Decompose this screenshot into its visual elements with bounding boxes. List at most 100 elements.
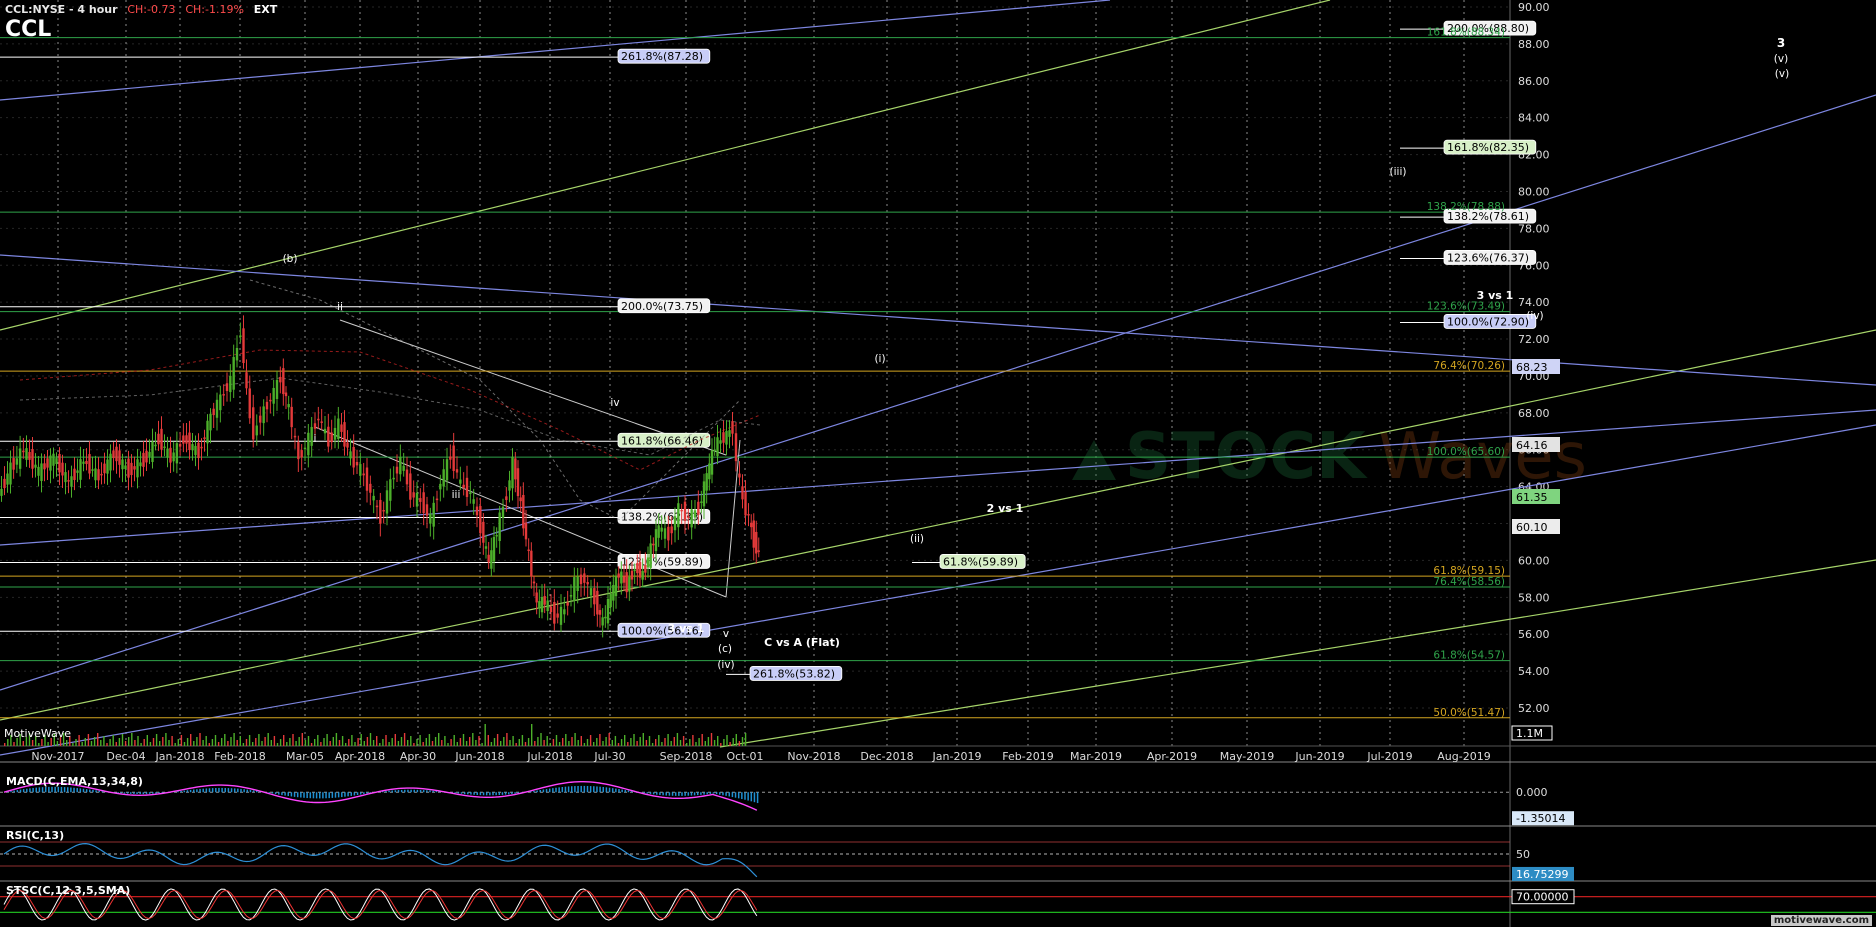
macd-bar	[454, 792, 456, 794]
volume-bar	[692, 735, 694, 746]
fib-green-label: 100.0%(65.60)	[1427, 446, 1505, 458]
candle-body	[200, 446, 203, 449]
volume-bar	[667, 734, 669, 746]
macd-bar	[706, 792, 708, 795]
volume-bar	[363, 741, 365, 746]
candle-body	[100, 473, 103, 476]
volume-bar	[128, 737, 130, 746]
candle-body	[269, 399, 272, 402]
macd-bar	[611, 788, 614, 793]
candle-body	[459, 479, 462, 484]
candle-body	[697, 501, 700, 515]
macd-bar	[750, 792, 753, 802]
volume-bar	[664, 738, 666, 746]
candle-body	[700, 501, 703, 503]
chart-canvas[interactable]: 90.0088.0086.0084.0082.0080.0078.0076.00…	[0, 0, 1876, 927]
x-tick-labels: Nov-2017 Dec-04 Jan-2018 Feb-2018 Mar-05 Apr-…	[31, 750, 1490, 763]
candle-body	[130, 462, 133, 476]
x-tick-label: Nov-2018	[787, 750, 840, 763]
volume-bar	[608, 733, 610, 746]
macd-bar	[722, 792, 724, 796]
candle-body	[604, 616, 607, 619]
volume-bar	[478, 736, 480, 746]
volume-bar	[577, 740, 579, 746]
volume-bar	[360, 734, 362, 746]
volume-bar	[72, 743, 74, 746]
macd-bar	[649, 792, 652, 794]
macd-bar	[10, 791, 12, 793]
volume-bar	[614, 736, 617, 746]
candle-body	[540, 596, 544, 613]
volume-bar	[416, 739, 418, 746]
candle-body	[755, 531, 758, 554]
macd-bar	[215, 788, 217, 793]
volume-bar	[242, 743, 245, 746]
macd-bar	[747, 792, 749, 801]
volume-bar	[658, 735, 660, 746]
candle-body	[115, 446, 118, 462]
candle-body	[612, 584, 615, 601]
volume-bar	[149, 742, 152, 746]
candle-body	[103, 463, 106, 474]
candle-body	[97, 469, 100, 481]
volume-bar	[661, 742, 663, 746]
macd-bar	[211, 788, 214, 793]
candle-body	[15, 458, 19, 465]
candle-body	[73, 468, 76, 480]
volume-bar	[171, 736, 173, 746]
volume-bar	[410, 736, 412, 746]
volume-bar	[84, 738, 86, 746]
macd-bar	[693, 792, 696, 796]
candle-body	[188, 432, 191, 450]
volume-bar	[503, 737, 505, 746]
volume-bar	[741, 737, 744, 746]
candle-body	[343, 422, 346, 447]
stsc-y-label: 70.00000	[1516, 891, 1569, 904]
volume-bar	[558, 742, 561, 746]
macd-bar	[388, 790, 390, 793]
volume-bar	[459, 738, 462, 746]
volume-bar	[682, 736, 685, 746]
wave-label: (v)	[1775, 68, 1789, 80]
macd-bar	[218, 787, 220, 793]
macd-bar	[334, 792, 337, 798]
candle-body	[482, 521, 485, 543]
volume-bar	[465, 741, 468, 746]
y-tick-label: 60.00	[1518, 554, 1550, 567]
macd-bar	[271, 792, 274, 794]
volume-bar	[332, 737, 334, 746]
candle-body	[519, 497, 522, 502]
candle-body	[690, 509, 693, 528]
macd-bar	[76, 788, 78, 793]
candle-body	[445, 459, 449, 481]
macd-bar	[659, 792, 661, 796]
macd-bar	[186, 790, 189, 793]
candle-body	[37, 466, 40, 476]
volume-bar	[493, 738, 496, 746]
candle-body	[313, 423, 317, 429]
volume-bar	[484, 724, 486, 746]
volume-bar	[261, 741, 263, 746]
macd-bar	[652, 792, 655, 795]
candle-body	[514, 458, 517, 480]
volume-bar	[109, 739, 111, 746]
volume-bar	[13, 742, 15, 746]
wave-label: (v)	[1774, 53, 1788, 65]
macd-bar	[233, 788, 236, 793]
macd-bar	[564, 786, 567, 793]
macd-bar	[350, 792, 352, 796]
macd-bar	[460, 792, 463, 794]
candle-body	[275, 379, 279, 399]
macd-bar	[180, 790, 182, 793]
macd-bar	[435, 791, 438, 793]
candle-body	[405, 469, 409, 485]
candle-body	[652, 543, 655, 546]
candle-body	[58, 454, 61, 473]
channel-line	[0, 94, 1876, 691]
candle-body	[744, 491, 747, 516]
volume-bar	[7, 739, 9, 746]
volume-bar	[388, 742, 390, 746]
volume-bar	[605, 737, 607, 746]
volume-bar	[512, 736, 514, 746]
wave-label: (b)	[283, 253, 298, 265]
